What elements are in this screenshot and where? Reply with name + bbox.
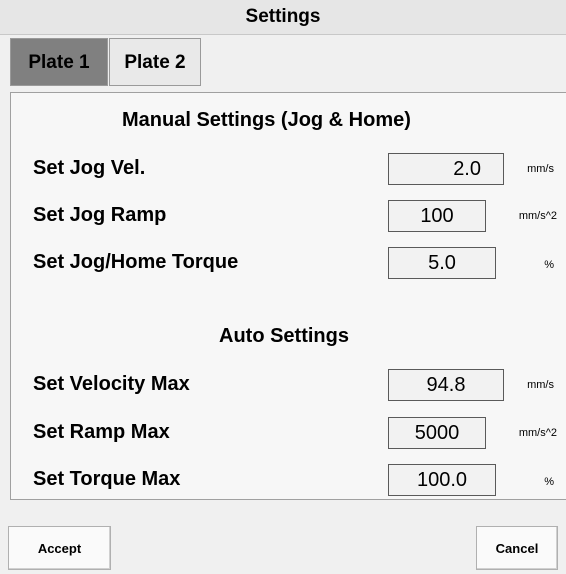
velocity-max-unit: mm/s	[527, 379, 554, 391]
cancel-button[interactable]: Cancel	[476, 526, 558, 570]
accept-button[interactable]: Accept	[8, 526, 111, 570]
jog-vel-label: Set Jog Vel.	[33, 157, 146, 179]
torque-max-input[interactable]: 100.0	[388, 464, 496, 496]
jog-ramp-unit: mm/s^2	[518, 210, 557, 222]
jog-vel-input[interactable]: 2.0	[388, 153, 504, 185]
tab-plate-2[interactable]: Plate 2	[109, 38, 201, 86]
torque-max-unit: %	[544, 476, 554, 488]
auto-settings-heading: Auto Settings	[219, 325, 349, 347]
jog-vel-unit: mm/s	[527, 163, 554, 175]
settings-window: Settings Plate 1 Plate 2 Manual Settings…	[0, 0, 566, 574]
window-title: Settings	[0, 0, 566, 35]
jog-home-torque-label: Set Jog/Home Torque	[33, 251, 239, 273]
jog-home-torque-input[interactable]: 5.0	[388, 247, 496, 279]
jog-home-torque-unit: %	[544, 259, 554, 271]
jog-ramp-label: Set Jog Ramp	[33, 204, 167, 226]
velocity-max-input[interactable]: 94.8	[388, 369, 504, 401]
tab-plate-1[interactable]: Plate 1	[10, 38, 108, 86]
torque-max-label: Set Torque Max	[33, 468, 181, 490]
manual-settings-heading: Manual Settings (Jog & Home)	[122, 109, 411, 131]
velocity-max-label: Set Velocity Max	[33, 373, 190, 395]
ramp-max-input[interactable]: 5000	[388, 417, 486, 449]
ramp-max-unit: mm/s^2	[518, 427, 557, 439]
jog-ramp-input[interactable]: 100	[388, 200, 486, 232]
settings-panel: Manual Settings (Jog & Home) Set Jog Vel…	[10, 92, 566, 500]
ramp-max-label: Set Ramp Max	[33, 421, 170, 443]
